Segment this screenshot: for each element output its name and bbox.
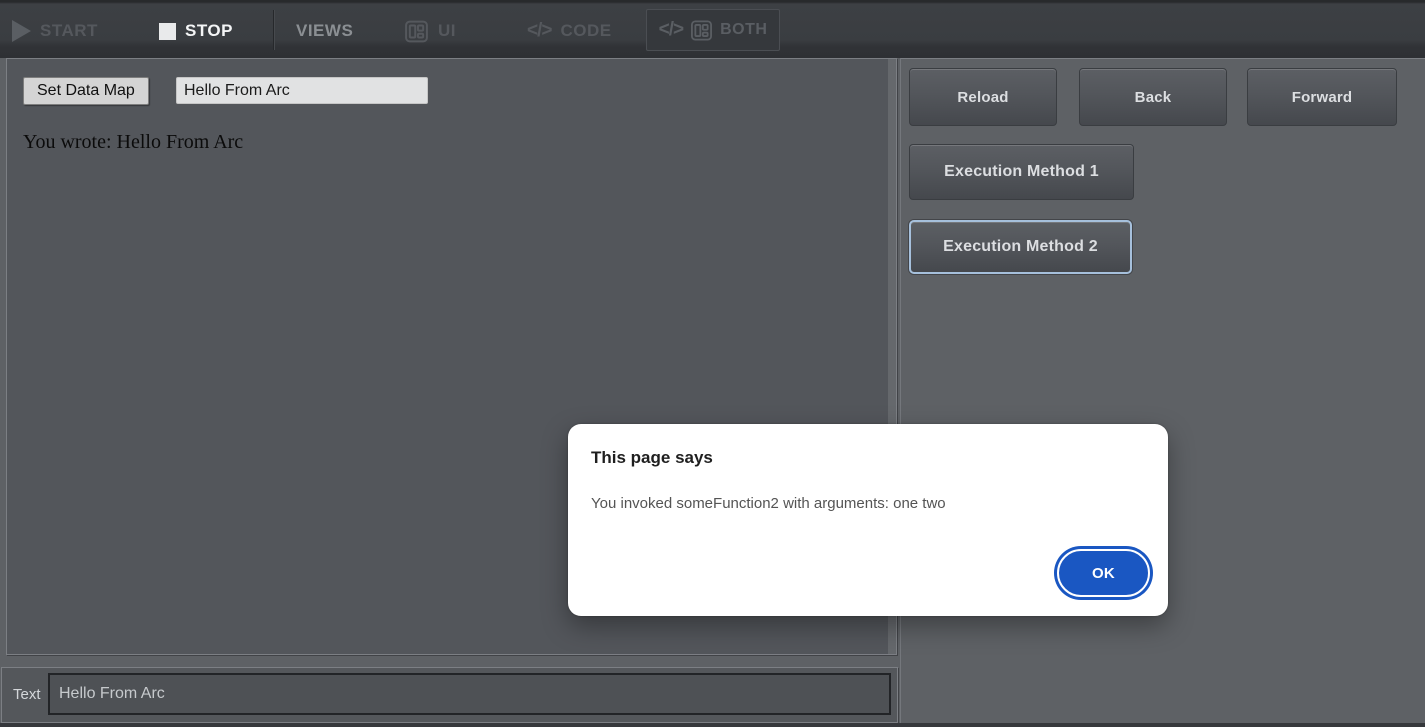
toolbar: START STOP VIEWS UI </> CODE </> [0, 0, 1425, 58]
code-icon: </> [527, 20, 551, 42]
ui-layout-icon [404, 19, 429, 44]
output-text: You wrote: Hello From Arc [23, 131, 243, 154]
both-layout-icon [690, 19, 713, 42]
text-field-label: Text [13, 668, 41, 720]
ui-view-button[interactable]: UI [404, 16, 456, 46]
alert-dialog: This page says You invoked someFunction2… [568, 424, 1168, 616]
ui-view-label: UI [438, 21, 456, 41]
execution-method-2-button[interactable]: Execution Method 2 [909, 220, 1132, 274]
stop-icon [159, 23, 176, 40]
stop-button-label: STOP [185, 21, 233, 41]
both-view-button[interactable]: </> BOTH [646, 9, 780, 51]
dialog-title: This page says [591, 448, 713, 468]
stop-button[interactable]: STOP [159, 16, 233, 46]
toolbar-divider [273, 10, 274, 50]
both-code-icon: </> [659, 19, 683, 41]
reload-button[interactable]: Reload [909, 68, 1057, 126]
control-panel: Reload Back Forward Execution Method 1 E… [900, 58, 1425, 727]
both-view-label: BOTH [720, 21, 767, 39]
ok-button[interactable]: OK [1057, 549, 1150, 597]
message-input[interactable] [176, 77, 428, 104]
start-button[interactable]: START [12, 16, 98, 46]
forward-button[interactable]: Forward [1247, 68, 1397, 126]
code-view-label: CODE [560, 21, 611, 41]
text-input[interactable] [48, 673, 891, 715]
set-data-map-button[interactable]: Set Data Map [23, 77, 149, 105]
execution-method-1-button[interactable]: Execution Method 1 [909, 144, 1134, 200]
play-icon [12, 20, 31, 42]
dialog-message: You invoked someFunction2 with arguments… [591, 495, 946, 512]
window-bottom-edge [0, 723, 1425, 727]
code-view-button[interactable]: </> CODE [527, 16, 612, 46]
bottom-bar: Text [1, 667, 898, 723]
back-button[interactable]: Back [1079, 68, 1227, 126]
views-label: VIEWS [296, 16, 353, 46]
start-button-label: START [40, 21, 98, 41]
